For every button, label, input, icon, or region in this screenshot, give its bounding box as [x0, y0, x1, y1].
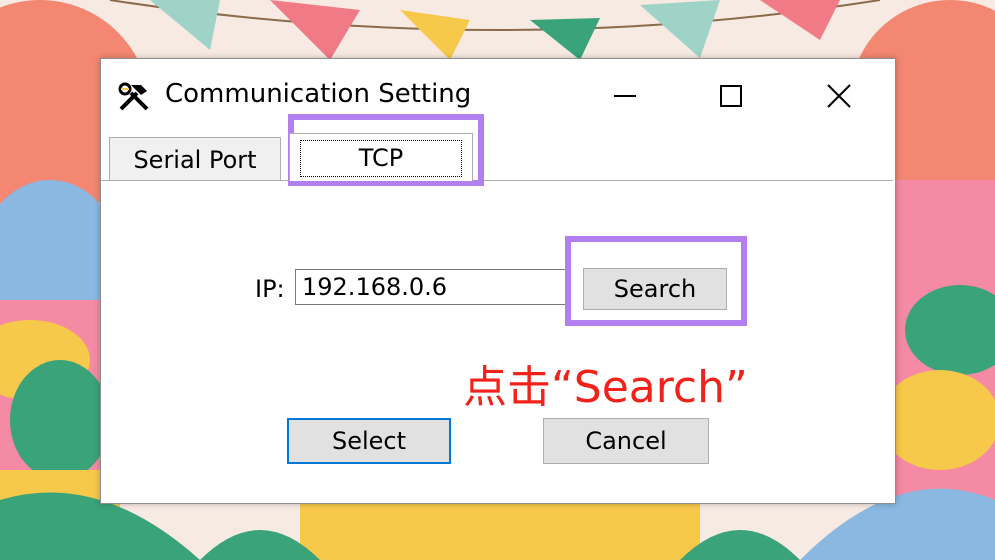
- tab-tcp[interactable]: TCP: [289, 133, 473, 181]
- close-icon: [827, 84, 851, 108]
- select-button[interactable]: Select: [287, 418, 451, 464]
- maximize-button[interactable]: [701, 73, 761, 119]
- minimize-icon: [614, 95, 636, 97]
- tab-label: Serial Port: [133, 145, 257, 174]
- title-bar: Communication Setting: [101, 59, 895, 133]
- search-button-highlight: [565, 236, 747, 326]
- ip-label: IP:: [255, 275, 285, 303]
- close-button[interactable]: [809, 73, 869, 119]
- ip-input[interactable]: [295, 269, 567, 305]
- communication-setting-dialog: Communication Setting Serial Port TCP IP…: [100, 58, 896, 504]
- window-title: Communication Setting: [165, 79, 472, 109]
- cancel-button[interactable]: Cancel: [543, 418, 709, 464]
- hammer-wrench-icon: [118, 82, 149, 111]
- instruction-annotation: 点击“Search”: [463, 362, 748, 413]
- tcp-panel: IP: Search Select Cancel 点击“Search”: [101, 180, 893, 503]
- minimize-button[interactable]: [595, 73, 655, 119]
- tab-serial-port[interactable]: Serial Port: [109, 137, 281, 181]
- tab-strip: Serial Port TCP: [101, 133, 895, 181]
- tab-label: TCP: [358, 143, 404, 172]
- maximize-icon: [720, 85, 742, 107]
